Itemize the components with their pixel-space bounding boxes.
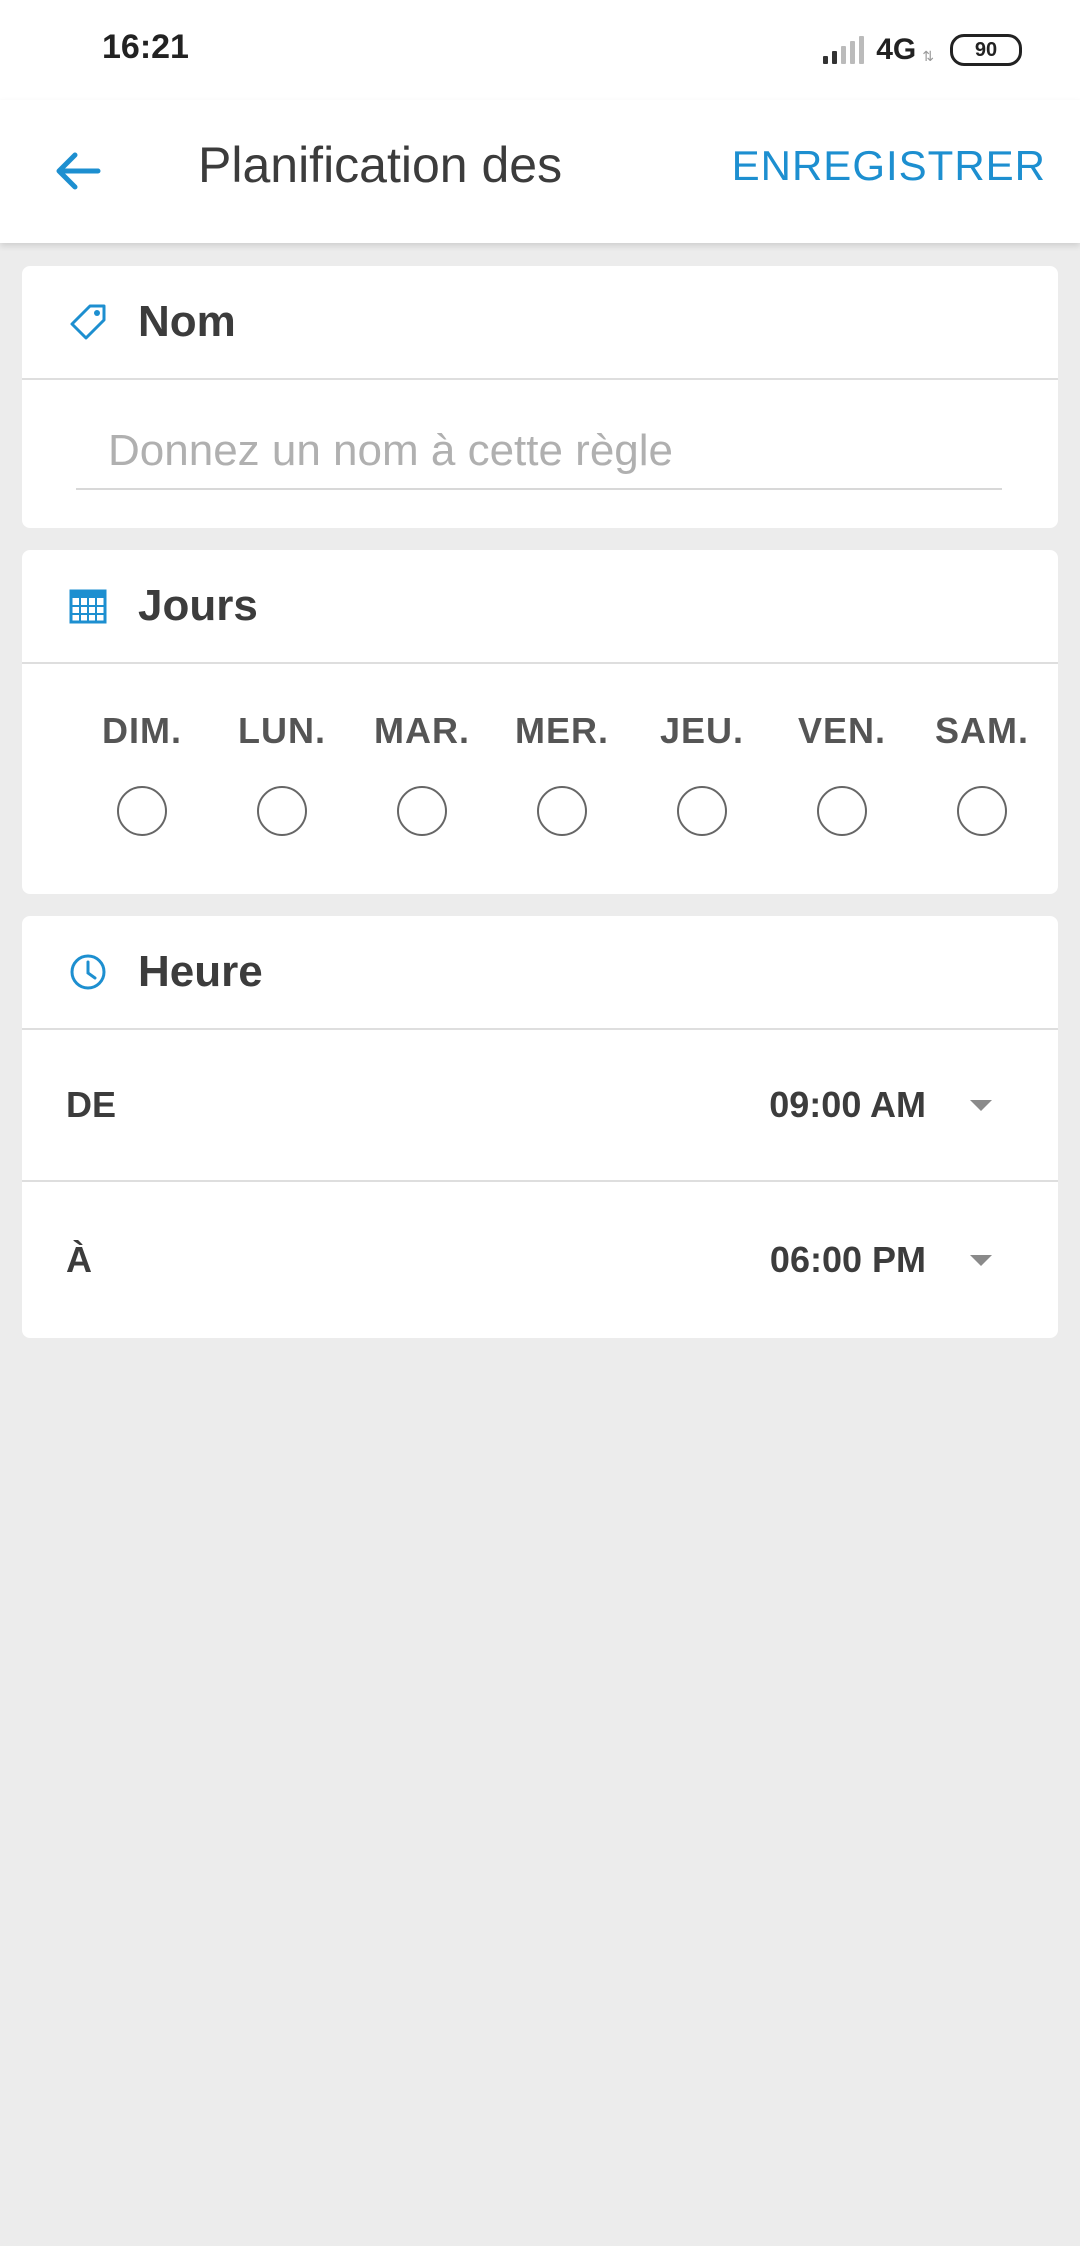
app-bar: Planification des ENREGISTRER <box>0 100 1080 243</box>
day-monday[interactable]: LUN. <box>212 710 352 836</box>
end-time-value[interactable]: 06:00 PM <box>770 1239 926 1281</box>
day-label: DIM. <box>102 710 182 751</box>
days-card-header: Jours <box>22 550 1058 664</box>
tag-icon <box>68 302 108 342</box>
signal-icon <box>823 36 865 64</box>
status-indicators: 4G ⇅ 90 <box>823 30 1022 70</box>
time-card: Heure DE 09:00 AM À 06:00 PM <box>22 916 1058 1338</box>
day-saturday[interactable]: SAM. <box>912 710 1052 836</box>
name-card-title: Nom <box>138 297 236 346</box>
day-label: VEN. <box>797 710 887 751</box>
start-time-value[interactable]: 09:00 AM <box>769 1084 926 1126</box>
network-type: 4G <box>876 33 917 66</box>
day-checkbox[interactable] <box>957 786 1007 836</box>
day-label: MAR. <box>374 710 470 751</box>
day-sunday[interactable]: DIM. <box>72 710 212 836</box>
time-card-title: Heure <box>138 947 263 996</box>
day-label: MER. <box>515 710 609 751</box>
back-button[interactable] <box>48 140 108 200</box>
start-time-label: DE <box>66 1084 117 1125</box>
rule-name-field[interactable]: Donnez un nom à cette règle <box>76 426 1002 490</box>
day-label: LUN. <box>238 710 326 751</box>
chevron-down-icon[interactable] <box>970 1254 992 1266</box>
page-title: Planification des <box>198 137 563 193</box>
days-card-title: Jours <box>138 581 258 630</box>
day-checkbox[interactable] <box>257 786 307 836</box>
data-activity-icon: ⇅ <box>922 47 934 64</box>
day-wednesday[interactable]: MER. <box>492 710 632 836</box>
status-bar: 16:21 4G ⇅ 90 <box>0 0 1080 100</box>
day-friday[interactable]: VEN. <box>772 710 912 836</box>
calendar-icon <box>68 586 108 626</box>
day-thursday[interactable]: JEU. <box>632 710 772 836</box>
clock-icon <box>68 952 108 992</box>
name-card: Nom Donnez un nom à cette règle <box>22 266 1058 528</box>
time-card-header: Heure <box>22 916 1058 1030</box>
chevron-down-icon[interactable] <box>970 1099 992 1111</box>
end-time-row[interactable]: À 06:00 PM <box>22 1184 1058 1336</box>
day-label: SAM. <box>935 710 1029 751</box>
day-checkbox[interactable] <box>397 786 447 836</box>
name-card-header: Nom <box>22 266 1058 380</box>
start-time-row[interactable]: DE 09:00 AM <box>22 1030 1058 1182</box>
end-time-label: À <box>66 1239 92 1280</box>
day-selector: DIM. LUN. MAR. MER. JEU. VEN. SAM. <box>22 710 1058 860</box>
day-checkbox[interactable] <box>117 786 167 836</box>
save-button[interactable]: ENREGISTRER <box>732 142 1046 190</box>
day-checkbox[interactable] <box>537 786 587 836</box>
arrow-left-icon <box>56 152 101 190</box>
day-checkbox[interactable] <box>817 786 867 836</box>
days-card: Jours DIM. LUN. MAR. MER. JEU. VEN. SAM. <box>22 550 1058 894</box>
battery-level: 90 <box>974 38 998 61</box>
day-checkbox[interactable] <box>677 786 727 836</box>
status-time: 16:21 <box>102 28 189 66</box>
battery-icon: 90 <box>950 34 1022 66</box>
day-label: JEU. <box>659 710 745 751</box>
day-tuesday[interactable]: MAR. <box>352 710 492 836</box>
rule-name-placeholder: Donnez un nom à cette règle <box>108 426 674 475</box>
